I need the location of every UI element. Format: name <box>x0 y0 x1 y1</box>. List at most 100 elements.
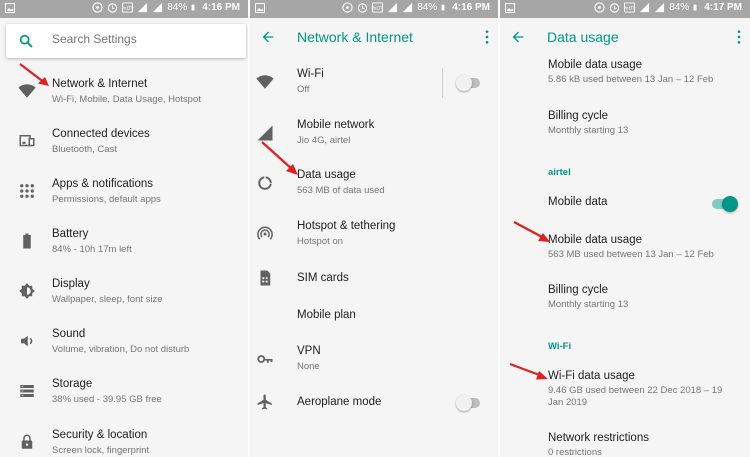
network-item-aeroplane[interactable]: Aeroplane mode <box>250 382 498 426</box>
network-item-wifi[interactable]: Wi-Fi Off <box>250 62 498 106</box>
wifi-data-usage-item[interactable]: Wi-Fi data usage 9.46 GB used between 22… <box>500 364 750 414</box>
brightness-icon <box>19 283 35 299</box>
item-subtitle: 9.46 GB used between 22 Dec 2018 – 19 Ja… <box>548 385 723 408</box>
sim-card-icon <box>260 270 271 286</box>
wifi-toggle[interactable] <box>456 75 480 91</box>
volume-icon <box>21 335 33 347</box>
network-item-mobile-plan[interactable]: Mobile plan <box>250 296 498 340</box>
item-title: Aeroplane mode <box>297 396 382 408</box>
aeroplane-mode-toggle[interactable] <box>456 395 480 411</box>
svg-text:VoLTE: VoLTE <box>122 5 133 11</box>
network-item-mobile-network[interactable]: Mobile network Jio 4G, airtel <box>250 113 498 157</box>
item-subtitle: 563 MB used between 13 Jan – 12 Feb <box>548 249 714 260</box>
lock-icon <box>21 434 33 449</box>
settings-screen: VoLTE 84% 4:16 PM Network & Internet Wi-… <box>0 0 248 457</box>
item-title: Hotspot & tethering <box>297 220 396 232</box>
volte-icon: VoLTE <box>122 2 134 13</box>
signal-strength-icon-2 <box>403 2 413 13</box>
svg-text:VoLTE: VoLTE <box>372 5 383 11</box>
item-title: Network & Internet <box>52 78 148 90</box>
search-bar[interactable] <box>6 24 246 58</box>
network-item-data-usage[interactable]: Data usage 563 MB of data used <box>250 163 498 207</box>
battery-status-icon <box>693 4 697 11</box>
settings-item-security[interactable]: Security & location Screen lock, fingerp… <box>0 423 248 457</box>
storage-icon <box>20 385 34 397</box>
settings-item-connected-devices[interactable]: Connected devices Bluetooth, Cast <box>0 122 248 166</box>
item-title: Network restrictions <box>548 432 649 444</box>
mobile-data-usage-item-jio[interactable]: Mobile data usage 5.86 kB used between 1… <box>500 54 750 98</box>
signal-strength-icon <box>138 2 148 13</box>
mobile-data-item[interactable]: Mobile data <box>500 186 750 230</box>
devices-icon <box>19 135 35 147</box>
item-title: Display <box>52 278 90 290</box>
svg-text:VoLTE: VoLTE <box>624 5 635 11</box>
signal-strength-icon-2 <box>153 2 163 13</box>
billing-cycle-item-airtel[interactable]: Billing cycle Monthly starting 13 <box>500 278 750 322</box>
item-subtitle: 84% - 10h 17m left <box>52 244 132 255</box>
mobile-data-usage-item-airtel[interactable]: Mobile data usage 563 MB used between 13… <box>500 228 750 272</box>
item-title: Wi-Fi <box>297 68 324 80</box>
clock: 4:17 PM <box>704 2 742 13</box>
page-title: Data usage <box>547 29 619 45</box>
item-subtitle: 5.86 kB used between 13 Jan – 12 Feb <box>548 74 714 85</box>
search-icon <box>19 34 33 48</box>
item-title: Wi-Fi data usage <box>548 370 635 382</box>
search-input[interactable] <box>52 32 232 46</box>
alarm-icon <box>358 3 368 13</box>
battery-status-icon <box>441 4 445 11</box>
network-restrictions-item[interactable]: Network restrictions 0 restrictions <box>500 426 750 457</box>
settings-item-network[interactable]: Network & Internet Wi-Fi, Mobile, Data U… <box>0 72 248 116</box>
alarm-icon <box>610 3 620 13</box>
image-notification-icon <box>255 3 265 13</box>
settings-item-apps[interactable]: Apps & notifications Permissions, defaul… <box>0 172 248 216</box>
item-title: Mobile network <box>297 119 375 131</box>
image-notification-icon <box>505 3 515 13</box>
item-title: Security & location <box>52 429 148 441</box>
toggle-knob <box>456 75 472 91</box>
battery-percent: 84% <box>417 2 438 13</box>
toggle-knob <box>456 395 472 411</box>
item-title: Storage <box>52 378 93 390</box>
page-title: Network & Internet <box>297 29 413 45</box>
item-title: Connected devices <box>52 128 150 140</box>
settings-item-sound[interactable]: Sound Volume, vibration, Do not disturb <box>0 322 248 366</box>
network-item-hotspot[interactable]: Hotspot & tethering Hotspot on <box>250 214 498 258</box>
battery-percent: 84% <box>167 2 188 13</box>
volte-icon: VoLTE <box>372 2 384 13</box>
more-options-icon[interactable] <box>484 29 490 45</box>
network-item-vpn[interactable]: VPN None <box>250 339 498 383</box>
airplane-icon <box>257 394 272 410</box>
item-title: Data usage <box>297 169 356 181</box>
settings-item-storage[interactable]: Storage 38% used - 39.95 GB free <box>0 372 248 416</box>
apps-grid-icon <box>20 184 34 198</box>
back-arrow-icon[interactable] <box>510 29 526 45</box>
item-title: Mobile data usage <box>548 234 642 246</box>
clock: 4:16 PM <box>452 2 490 13</box>
item-subtitle: Hotspot on <box>297 236 343 247</box>
item-subtitle: Monthly starting 13 <box>548 299 629 310</box>
back-arrow-icon[interactable] <box>260 29 276 45</box>
mobile-data-toggle[interactable] <box>712 196 738 212</box>
data-usage-icon <box>258 176 272 190</box>
item-subtitle: Screen lock, fingerprint <box>52 445 150 456</box>
clock: 4:16 PM <box>202 2 240 13</box>
billing-cycle-item-jio[interactable]: Billing cycle Monthly starting 13 <box>500 104 750 148</box>
settings-item-battery[interactable]: Battery 84% - 10h 17m left <box>0 222 248 266</box>
item-title: Mobile data <box>548 196 608 208</box>
toolbar: Network & Internet <box>250 18 498 56</box>
item-subtitle: 563 MB of data used <box>297 185 385 196</box>
item-title: Billing cycle <box>548 284 609 296</box>
status-bar: VoLTE 84% 4:17 PM <box>500 0 750 18</box>
network-internet-screen: VoLTE 84% 4:16 PM Network & Internet Wi-… <box>250 0 498 457</box>
signal-icon <box>256 124 274 142</box>
settings-item-display[interactable]: Display Wallpaper, sleep, font size <box>0 272 248 316</box>
data-usage-screen: VoLTE 84% 4:17 PM Data usage Mobile data… <box>500 0 750 457</box>
battery-icon <box>23 233 31 249</box>
status-bar: VoLTE 84% 4:16 PM <box>250 0 498 18</box>
more-options-icon[interactable] <box>736 29 742 45</box>
item-subtitle: Off <box>297 84 310 95</box>
item-title: Billing cycle <box>548 110 609 122</box>
item-title: Apps & notifications <box>52 178 154 190</box>
item-title: Battery <box>52 228 89 240</box>
status-bar: VoLTE 84% 4:16 PM <box>0 0 248 18</box>
